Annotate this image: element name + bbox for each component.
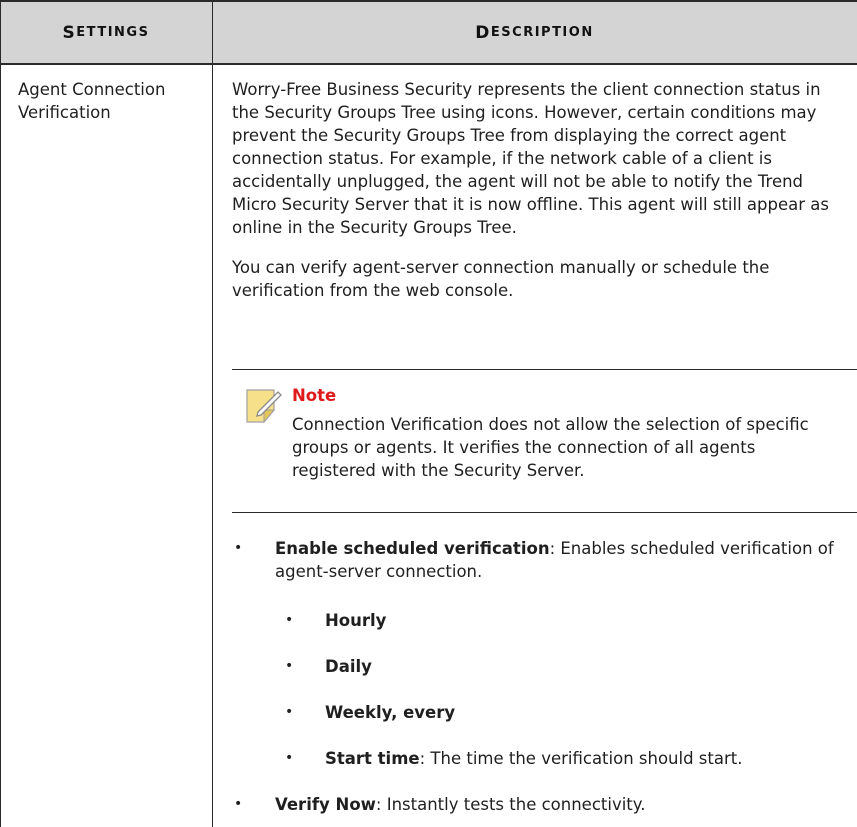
list-item-daily: Daily <box>325 657 372 676</box>
column-divider <box>212 0 213 827</box>
note-pencil-icon <box>244 386 284 426</box>
note-text: Connection Verification does not allow t… <box>292 415 809 480</box>
list-item-verify-now: Verify Now: Instantly tests the connecti… <box>275 795 646 814</box>
table-header: S ETTINGS D ESCRIPTION <box>0 0 857 65</box>
note-top-rule <box>232 369 857 370</box>
list-item-enable-scheduled: Enable scheduled verification: Enables s… <box>275 539 834 581</box>
list-item-start-time: Start time: The time the verification sh… <box>325 749 743 768</box>
note-title: Note <box>292 386 337 405</box>
bullet-icon: • <box>285 658 294 674</box>
left-border <box>0 0 1 827</box>
bullet-icon: • <box>234 540 243 556</box>
list-item-weekly: Weekly, every <box>325 703 456 722</box>
bullet-icon: • <box>285 750 294 766</box>
header-settings: S ETTINGS <box>62 22 150 43</box>
note-bottom-rule <box>232 512 857 513</box>
setting-name: Agent Connection Verification <box>18 80 166 122</box>
description-paragraph-1: Worry-Free Business Security represents … <box>232 80 829 237</box>
bullet-icon: • <box>285 704 294 720</box>
settings-table: S ETTINGS D ESCRIPTION Agent Connection Ve… <box>0 0 857 827</box>
header-description: D ESCRIPTION <box>475 22 594 43</box>
list-item-hourly: Hourly <box>325 611 387 630</box>
bullet-icon: • <box>285 612 294 628</box>
description-paragraph-2: You can verify agent-server connection m… <box>232 258 770 300</box>
bullet-icon: • <box>234 796 243 812</box>
